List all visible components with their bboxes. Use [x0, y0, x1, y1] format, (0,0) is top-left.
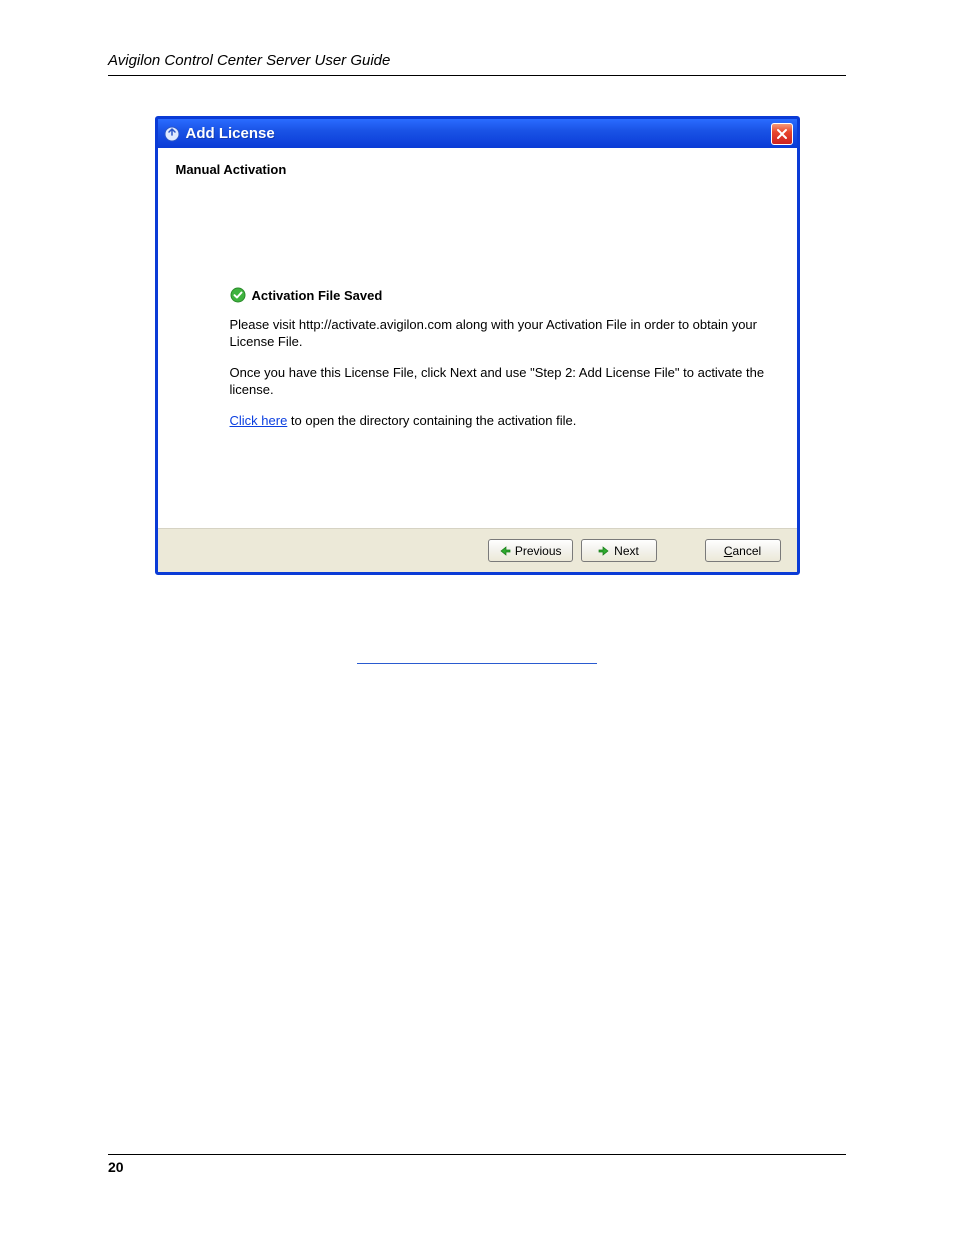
figure-caption-rule	[357, 663, 597, 664]
close-icon	[776, 128, 788, 140]
doc-footer: 20	[108, 1154, 846, 1175]
arrow-right-icon	[598, 545, 610, 557]
dialog-button-bar: Previous Next Cancel	[158, 528, 797, 572]
dialog-titlebar: Add License	[158, 119, 797, 148]
paragraph-3: Click here to open the directory contain…	[230, 413, 779, 430]
cancel-label: Cancel	[724, 544, 761, 558]
dialog-icon	[164, 126, 180, 142]
status-heading: Activation File Saved	[252, 288, 383, 303]
dialog-title: Add License	[186, 125, 275, 142]
previous-button[interactable]: Previous	[488, 539, 573, 562]
page-number: 20	[108, 1159, 846, 1175]
next-button[interactable]: Next	[581, 539, 657, 562]
status-row: Activation File Saved	[230, 287, 779, 303]
success-check-icon	[230, 287, 246, 303]
add-license-dialog: Add License Manual Activation	[155, 116, 800, 575]
arrow-left-icon	[499, 545, 511, 557]
doc-header-title: Avigilon Control Center Server User Guid…	[108, 52, 846, 75]
dialog-body: Manual Activation Activation File Saved …	[158, 148, 797, 528]
previous-label: Previous	[515, 544, 562, 558]
section-title: Manual Activation	[176, 162, 779, 177]
figure-wrap: Add License Manual Activation	[108, 116, 846, 575]
paragraph-3-tail: to open the directory containing the act…	[287, 413, 576, 428]
close-button[interactable]	[771, 123, 793, 145]
next-label: Next	[614, 544, 639, 558]
paragraph-2: Once you have this License File, click N…	[230, 365, 779, 399]
content-block: Activation File Saved Please visit http:…	[230, 287, 779, 429]
cancel-button[interactable]: Cancel	[705, 539, 781, 562]
click-here-link[interactable]: Click here	[230, 413, 288, 428]
paragraph-1: Please visit http://activate.avigilon.co…	[230, 317, 779, 351]
doc-header-rule	[108, 75, 846, 76]
